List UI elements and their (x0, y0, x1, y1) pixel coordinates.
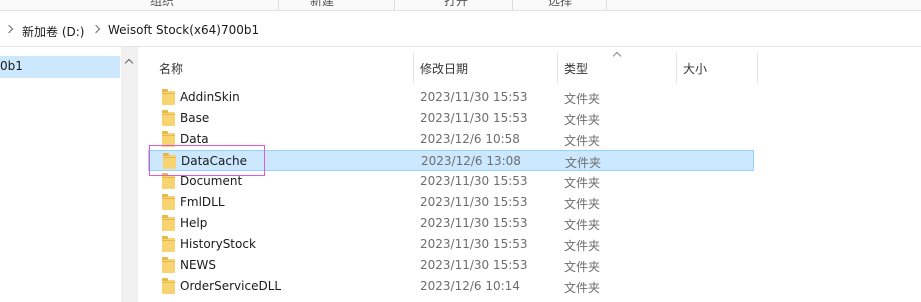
ribbon-divider (512, 0, 513, 10)
file-date: 2023/11/30 15:53 (420, 195, 528, 209)
chevron-right-icon[interactable] (91, 24, 101, 34)
nav-scrollbar[interactable] (121, 47, 138, 302)
file-date: 2023/11/30 15:53 (420, 237, 528, 251)
ribbon-divider (278, 0, 279, 10)
file-row[interactable]: NEWS 2023/11/30 15:53 文件夹 (148, 255, 754, 276)
file-type: 文件夹 (564, 218, 601, 232)
folder-icon (162, 215, 175, 231)
file-type: 文件夹 (564, 176, 601, 190)
file-type: 文件夹 (565, 156, 602, 170)
file-type: 文件夹 (564, 197, 601, 211)
file-date: 2023/12/6 10:14 (420, 279, 520, 293)
navigation-pane: 0b1 (0, 47, 147, 302)
breadcrumb-folder[interactable]: Weisoft Stock(x64)700b1 (108, 23, 259, 37)
column-name[interactable]: 名称 (148, 53, 413, 83)
column-name-label: 名称 (159, 62, 184, 76)
file-name: FmlDLL (180, 195, 225, 209)
ribbon-organize-label[interactable]: 组织 (150, 0, 174, 9)
folder-icon (162, 257, 175, 273)
column-header: 名称 修改日期 类型 大小 (148, 51, 921, 83)
file-type: 文件夹 (564, 239, 601, 253)
file-type: 文件夹 (564, 260, 601, 274)
folder-icon (162, 173, 175, 189)
folder-icon (162, 278, 175, 294)
file-date: 2023/12/6 10:58 (420, 132, 520, 146)
chevron-right-icon[interactable] (4, 24, 14, 34)
file-name: Document (180, 174, 243, 188)
annotation-highlight-box (149, 145, 265, 176)
file-name: Base (180, 111, 210, 125)
file-date: 2023/12/6 13:08 (421, 154, 521, 168)
ribbon-new-label[interactable]: 新建 (310, 0, 334, 9)
file-date: 2023/11/30 15:53 (420, 216, 528, 230)
file-date: 2023/11/30 15:53 (420, 90, 528, 104)
file-row[interactable]: Help 2023/11/30 15:53 文件夹 (148, 213, 754, 234)
column-type-label: 类型 (564, 62, 589, 76)
column-date-label: 修改日期 (420, 62, 469, 76)
address-bar[interactable]: 新加卷 (D:) Weisoft Stock(x64)700b1 (0, 16, 921, 47)
file-date: 2023/11/30 15:53 (420, 174, 528, 188)
ribbon-open-label[interactable]: 打开 (444, 0, 468, 9)
file-name: HistoryStock (180, 237, 256, 251)
file-type: 文件夹 (564, 281, 601, 295)
column-divider[interactable] (757, 53, 758, 83)
column-size[interactable]: 大小 (677, 53, 757, 83)
column-date[interactable]: 修改日期 (414, 53, 557, 83)
file-row[interactable]: Base 2023/11/30 15:53 文件夹 (148, 108, 754, 129)
file-name: Data (180, 132, 209, 146)
ribbon-select-label[interactable]: 选择 (548, 0, 572, 9)
folder-icon (162, 110, 175, 126)
file-date: 2023/11/30 15:53 (420, 258, 528, 272)
file-type: 文件夹 (564, 113, 601, 127)
file-row[interactable]: OrderServiceDLL 2023/12/6 10:14 文件夹 (148, 276, 754, 297)
file-name: Help (180, 216, 208, 230)
file-type: 文件夹 (564, 134, 601, 148)
folder-icon (162, 236, 175, 252)
folder-icon (162, 89, 175, 105)
file-row[interactable]: AddinSkin 2023/11/30 15:53 文件夹 (148, 87, 754, 108)
file-row[interactable]: FmlDLL 2023/11/30 15:53 文件夹 (148, 192, 754, 213)
scroll-up-arrow-icon[interactable] (124, 58, 134, 68)
column-size-label: 大小 (683, 62, 708, 76)
ribbon-divider (394, 0, 395, 10)
file-name: AddinSkin (180, 90, 240, 104)
file-date: 2023/11/30 15:53 (420, 111, 528, 125)
file-type: 文件夹 (564, 92, 601, 106)
file-name: OrderServiceDLL (180, 279, 282, 293)
file-row[interactable]: HistoryStock 2023/11/30 15:53 文件夹 (148, 234, 754, 255)
folder-icon (162, 194, 175, 210)
nav-item-label: 0b1 (0, 59, 23, 73)
file-name: NEWS (180, 258, 217, 272)
ribbon-divider (606, 0, 607, 10)
ribbon: 组织 新建 打开 选择 (0, 0, 921, 11)
breadcrumb-drive[interactable]: 新加卷 (D:) (22, 23, 84, 40)
nav-item-selected[interactable]: 0b1 (0, 56, 120, 78)
